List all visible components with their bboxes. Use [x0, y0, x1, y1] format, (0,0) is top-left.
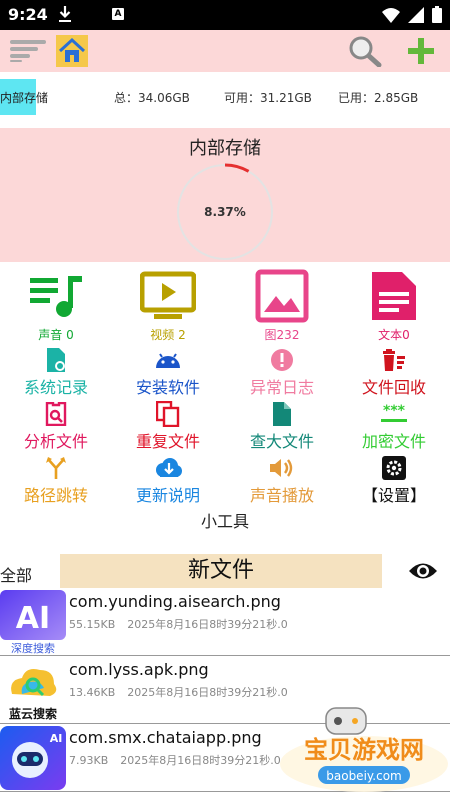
file-meta: 55.15KB 2025年8月16日8时39分21秒.0 — [69, 616, 300, 632]
tool-large-files-label: 查大文件 — [249, 432, 314, 451]
file-date: 2025年8月16日8时39分21秒.0 — [127, 686, 288, 699]
file-meta: 13.46KB 2025年8月16日8时39分21秒.0 — [69, 684, 300, 700]
category-image[interactable]: 图232 — [226, 262, 338, 346]
tool-installed-apps[interactable]: 安装软件 — [112, 346, 224, 400]
storage-tag-label: 内部存储 — [0, 91, 49, 105]
gear-icon — [382, 456, 406, 480]
file-thumbnail: AI 深度搜索 — [0, 590, 66, 655]
storage-total: 总：34.06GB — [114, 91, 190, 105]
tool-error-log[interactable]: 异常日志 — [226, 346, 338, 400]
file-date: 2025年8月16日8时39分21秒.0 — [120, 754, 281, 767]
tool-duplicate-files-label: 重复文件 — [135, 432, 200, 451]
file-size: 13.46KB — [69, 686, 116, 699]
file-size: 7.93KB — [69, 754, 109, 767]
file-size: 55.15KB — [69, 618, 116, 631]
tool-encrypted-files-label: 加密文件 — [361, 432, 426, 451]
storage-available: 可用：31.21GB — [224, 91, 312, 105]
thumb-text: AI — [16, 601, 50, 636]
new-files-header[interactable]: 新文件 — [60, 554, 382, 588]
category-audio[interactable]: 声音 0 — [0, 262, 112, 346]
eye-icon[interactable] — [408, 560, 438, 582]
tool-update-notes[interactable]: 更新说明 — [112, 454, 224, 508]
tool-installed-apps-label: 安装软件 — [135, 378, 200, 397]
category-text-label: 文本0 — [378, 328, 410, 342]
tools-caption: 小工具 — [200, 512, 249, 531]
tool-duplicate-files[interactable]: 重复文件 — [112, 400, 224, 454]
file-name: com.yunding.aisearch.png — [69, 592, 281, 611]
search-icon[interactable] — [348, 35, 382, 67]
home-icon — [58, 37, 86, 62]
file-row[interactable]: AI 深度搜索 com.yunding.aisearch.png 55.15KB… — [0, 588, 450, 656]
alert-circle-icon — [271, 349, 293, 371]
file-name: com.lyss.apk.png — [69, 660, 209, 679]
category-image-label: 图232 — [264, 328, 300, 342]
tool-error-log-label: 异常日志 — [249, 378, 314, 397]
music-list-icon — [30, 276, 82, 317]
tool-path-jump[interactable]: 路径跳转 — [0, 454, 112, 508]
tool-analyze-files[interactable]: 分析文件 — [0, 400, 112, 454]
thumb-caption: 蓝云搜索 — [9, 706, 57, 721]
filter-all-button[interactable]: 全部 — [0, 562, 32, 586]
menu-icon[interactable] — [10, 40, 46, 62]
thumb-caption: 深度搜索 — [11, 641, 55, 654]
tool-sound-player-label: 声音播放 — [249, 486, 314, 505]
tool-analyze-files-label: 分析文件 — [23, 432, 88, 451]
storage-summary-row[interactable]: 内部存储 总：34.06GB 可用：31.21GB 已用：2.85GB — [0, 72, 450, 128]
tool-settings-label: 【设置】 — [361, 486, 426, 505]
files-filter-bar: 全部 新文件 — [0, 554, 450, 588]
home-button[interactable] — [56, 35, 88, 67]
file-icon — [273, 402, 291, 426]
category-audio-label: 声音 0 — [38, 328, 74, 342]
cloud-download-icon — [156, 458, 182, 477]
tool-system-log[interactable]: 系统记录 — [0, 346, 112, 400]
a-notification-icon: A — [112, 8, 124, 20]
wifi-icon — [382, 7, 400, 23]
download-icon — [59, 6, 71, 22]
tool-large-files[interactable]: 查大文件 — [226, 400, 338, 454]
watermark-url: baobeiy.com — [326, 769, 401, 783]
watermark-title: 宝贝游戏网 — [304, 736, 424, 764]
signal-icon — [408, 6, 424, 23]
android-icon — [156, 353, 180, 368]
storage-panel[interactable]: 内部存储 8.37% — [0, 128, 450, 262]
file-date: 2025年8月16日8时39分21秒.0 — [127, 618, 288, 631]
status-time: 9:24 — [8, 5, 48, 24]
tool-settings[interactable]: 【设置】 — [338, 454, 450, 508]
copy-icon — [156, 401, 180, 427]
fork-icon — [46, 457, 66, 479]
tool-recycle-bin-label: 文件回收 — [361, 378, 426, 397]
password-icon: *** — [381, 404, 407, 422]
file-meta: 7.93KB 2025年8月16日8时39分21秒.0 — [69, 752, 293, 768]
tool-path-jump-label: 路径跳转 — [23, 486, 88, 505]
status-bar: 9:24 A — [0, 0, 450, 30]
storage-usage-percent: 8.37% — [204, 205, 246, 219]
thumb-text: AI — [50, 732, 63, 745]
category-video[interactable]: 视频 2 — [112, 262, 224, 346]
tool-sound-player[interactable]: 声音播放 — [226, 454, 338, 508]
file-system-icon — [47, 348, 65, 372]
tool-recycle-bin[interactable]: 文件回收 — [338, 346, 450, 400]
storage-used: 已用：2.85GB — [338, 91, 419, 105]
trash-list-icon — [383, 349, 405, 371]
watermark-logo: 宝贝游戏网 baobeiy.com — [280, 707, 448, 792]
image-icon — [255, 269, 309, 323]
category-text[interactable]: 文本0 — [338, 262, 450, 346]
battery-icon — [432, 6, 442, 23]
plus-icon[interactable] — [408, 38, 434, 64]
file-thumbnail: 蓝云搜索 — [0, 658, 66, 722]
tool-encrypted-files[interactable]: *** 加密文件 — [338, 400, 450, 454]
storage-panel-title: 内部存储 — [189, 138, 261, 159]
tool-system-log-label: 系统记录 — [23, 378, 88, 397]
tool-update-notes-label: 更新说明 — [135, 486, 200, 505]
file-name: com.smx.chataiapp.png — [69, 728, 262, 747]
svg-text:***: *** — [383, 404, 406, 419]
volume-icon — [270, 459, 293, 477]
media-category-grid: 声音 0 视频 2 图232 文本0 — [0, 262, 450, 346]
file-thumbnail: AI — [0, 726, 66, 790]
category-video-label: 视频 2 — [150, 328, 186, 342]
document-icon — [372, 272, 416, 320]
top-toolbar — [0, 30, 450, 72]
file-search-icon — [45, 402, 67, 426]
video-screen-icon — [140, 271, 196, 319]
